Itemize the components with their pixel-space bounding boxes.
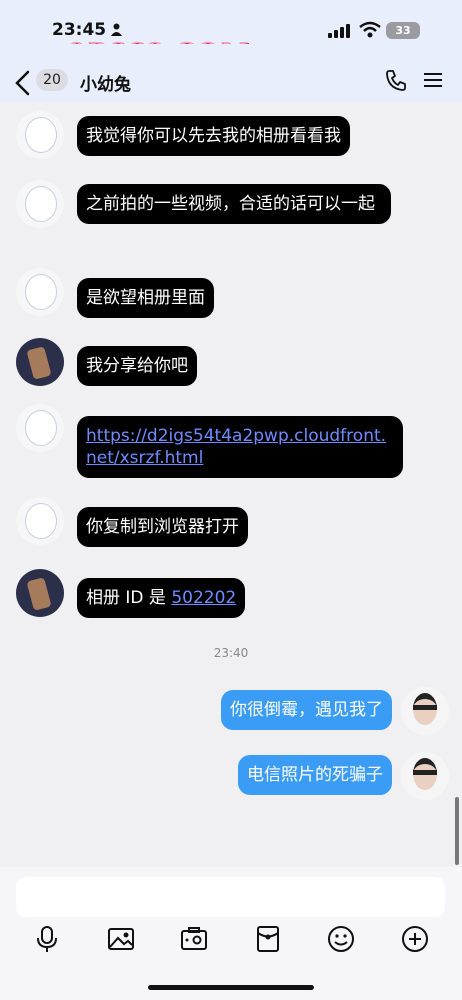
- message-bubble[interactable]: 你复制到浏览器打开: [77, 507, 248, 547]
- message-bubble[interactable]: 我分享给你吧: [77, 346, 197, 386]
- contact-avatar[interactable]: [16, 268, 64, 316]
- message-input[interactable]: [16, 877, 445, 917]
- message-bubble[interactable]: 之前拍的一些视频，合适的话可以一起: [77, 184, 391, 224]
- link-message-bubble[interactable]: https://d2igs54t4a2pwp.cloudfront.net/xs…: [77, 416, 403, 478]
- reply-bubble[interactable]: 你很倒霉，遇见我了: [221, 690, 392, 730]
- message-bubble[interactable]: 我觉得你可以先去我的相册看看我: [77, 116, 350, 156]
- chat-header: 20 小幼兔: [0, 44, 462, 102]
- status-time: 23:45: [52, 20, 107, 40]
- wifi-icon: [359, 21, 381, 38]
- contact-avatar[interactable]: [16, 404, 64, 452]
- contact-avatar[interactable]: [16, 497, 64, 545]
- contact-avatar[interactable]: [16, 111, 64, 159]
- album-id-label: 相册 ID 是: [86, 588, 172, 608]
- phone-icon[interactable]: [384, 68, 408, 92]
- contact-avatar[interactable]: [16, 569, 64, 617]
- contact-avatar[interactable]: [16, 338, 64, 386]
- contact-name[interactable]: 小幼兔: [80, 70, 131, 95]
- red-packet-icon[interactable]: [254, 925, 282, 953]
- scrollbar[interactable]: [455, 797, 459, 865]
- status-bar: 23:45 33 9P668.COM: [0, 0, 462, 68]
- image-icon[interactable]: [107, 925, 135, 953]
- menu-icon[interactable]: [422, 69, 444, 91]
- my-avatar[interactable]: [401, 687, 449, 735]
- emoji-icon[interactable]: [327, 925, 355, 953]
- unread-count-badge[interactable]: 20: [36, 69, 68, 91]
- battery-indicator: 33: [386, 22, 420, 39]
- input-area: [0, 867, 462, 1000]
- message-bubble[interactable]: 相册 ID 是 502202: [77, 578, 246, 618]
- back-chevron-icon[interactable]: [14, 70, 32, 96]
- message-bubble[interactable]: 是欲望相册里面: [77, 278, 214, 318]
- contact-avatar[interactable]: [16, 180, 64, 228]
- album-id-link[interactable]: 502202: [171, 588, 236, 608]
- signal-icon: [328, 24, 350, 38]
- camera-icon[interactable]: [180, 925, 208, 953]
- reply-bubble[interactable]: 电信照片的死骗子: [238, 755, 392, 795]
- my-avatar[interactable]: [401, 752, 449, 800]
- message-timestamp: 23:40: [213, 646, 249, 660]
- person-icon: [111, 23, 122, 36]
- microphone-icon[interactable]: [33, 925, 61, 953]
- plus-icon[interactable]: [401, 925, 429, 953]
- message-link[interactable]: https://d2igs54t4a2pwp.cloudfront.net/xs…: [86, 426, 386, 468]
- home-indicator[interactable]: [148, 985, 314, 990]
